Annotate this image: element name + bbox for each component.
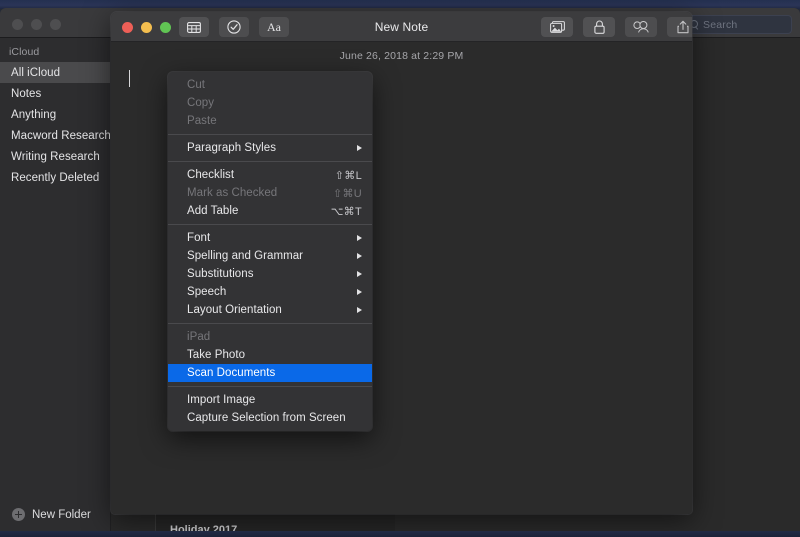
new-folder-label: New Folder xyxy=(32,508,91,521)
sidebar-item-label: Recently Deleted xyxy=(11,171,100,184)
menu-item-take-photo[interactable]: Take Photo xyxy=(168,346,372,364)
plus-circle-icon xyxy=(12,508,25,521)
menu-item-ipad: iPad xyxy=(168,328,372,346)
menu-item-label: Import Image xyxy=(187,394,256,406)
menu-item-paste[interactable]: Paste xyxy=(168,112,372,130)
menu-item-label: Layout Orientation xyxy=(187,304,282,316)
menu-item-layout-orientation[interactable]: Layout Orientation xyxy=(168,301,372,319)
menu-item-paragraph-styles[interactable]: Paragraph Styles xyxy=(168,139,372,157)
sidebar-item-all-icloud[interactable]: All iCloud xyxy=(0,62,110,83)
menu-item-checklist[interactable]: Checklist ⇧⌘L xyxy=(168,166,372,184)
menu-separator xyxy=(168,224,372,225)
new-folder-button[interactable]: New Folder xyxy=(12,508,91,521)
zoom-button[interactable] xyxy=(160,22,171,33)
add-person-icon xyxy=(632,21,649,33)
menu-separator xyxy=(168,161,372,162)
menu-item-speech[interactable]: Speech xyxy=(168,283,372,301)
menu-item-label: Paste xyxy=(187,115,217,127)
lock-icon xyxy=(593,20,605,34)
menu-separator xyxy=(168,134,372,135)
table-icon xyxy=(187,21,201,33)
menu-item-mark-as-checked[interactable]: Mark as Checked ⇧⌘U xyxy=(168,184,372,202)
sidebar-item-label: Writing Research xyxy=(11,150,100,163)
sidebar-item-macword-research[interactable]: Macword Research xyxy=(0,125,110,146)
note-date-label: June 26, 2018 at 2:29 PM xyxy=(339,50,464,62)
menu-item-substitutions[interactable]: Substitutions xyxy=(168,265,372,283)
lock-button[interactable] xyxy=(583,17,615,37)
sidebar-item-anything[interactable]: Anything xyxy=(0,104,110,125)
sidebar-item-label: Anything xyxy=(11,108,57,121)
share-button[interactable] xyxy=(667,17,692,37)
menu-item-font[interactable]: Font xyxy=(168,229,372,247)
submenu-arrow-icon xyxy=(357,271,362,277)
search-input[interactable]: Search xyxy=(684,15,792,34)
menu-separator xyxy=(168,386,372,387)
sidebar-item-recently-deleted[interactable]: Recently Deleted xyxy=(0,167,110,188)
menu-item-spelling-and-grammar[interactable]: Spelling and Grammar xyxy=(168,247,372,265)
table-button[interactable] xyxy=(179,17,209,37)
submenu-arrow-icon xyxy=(357,307,362,313)
context-menu[interactable]: Cut Copy Paste Paragraph Styles Checklis… xyxy=(168,72,372,431)
submenu-arrow-icon xyxy=(357,253,362,259)
checklist-button[interactable] xyxy=(219,17,249,37)
text-cursor xyxy=(129,70,131,87)
format-icon: Aa xyxy=(267,19,281,34)
close-button[interactable] xyxy=(122,22,133,33)
sidebar-item-label: Notes xyxy=(11,87,42,100)
submenu-arrow-icon xyxy=(357,289,362,295)
checkmark-circle-icon xyxy=(227,20,241,34)
menu-item-label: Take Photo xyxy=(187,349,246,361)
sidebar: iCloud All iCloud Notes Anything Macword… xyxy=(0,38,111,532)
menu-item-label: iPad xyxy=(187,331,211,343)
search-placeholder-text: Search xyxy=(703,18,738,31)
sidebar-section-header: iCloud xyxy=(9,46,40,58)
menu-item-label: Font xyxy=(187,232,211,244)
sidebar-item-writing-research[interactable]: Writing Research xyxy=(0,146,110,167)
menu-item-shortcut: ⌥⌘T xyxy=(330,205,362,218)
menu-item-label: Checklist xyxy=(187,169,235,181)
submenu-arrow-icon xyxy=(357,145,362,151)
photo-icon xyxy=(549,21,565,33)
note-window-titlebar[interactable]: Aa New Note xyxy=(111,12,692,42)
menu-item-label: Add Table xyxy=(187,205,239,217)
desktop-wallpaper-bottom xyxy=(0,531,800,537)
menu-item-add-table[interactable]: Add Table ⌥⌘T xyxy=(168,202,372,220)
close-button-inactive[interactable] xyxy=(12,19,23,30)
media-button[interactable] xyxy=(541,17,573,37)
menu-item-cut[interactable]: Cut xyxy=(168,76,372,94)
menu-item-label: Substitutions xyxy=(187,268,254,280)
menu-item-label: Mark as Checked xyxy=(187,187,278,199)
menu-item-scan-documents[interactable]: Scan Documents xyxy=(168,364,372,382)
share-icon xyxy=(677,20,689,34)
menu-item-import-image[interactable]: Import Image xyxy=(168,391,372,409)
sidebar-item-label: Macword Research xyxy=(11,129,110,142)
menu-item-capture-selection-from-screen[interactable]: Capture Selection from Screen xyxy=(168,409,372,427)
menu-item-label: Speech xyxy=(187,286,227,298)
minimize-button-inactive[interactable] xyxy=(31,19,42,30)
format-button[interactable]: Aa xyxy=(259,17,289,37)
add-people-button[interactable] xyxy=(625,17,657,37)
menu-item-label: Spelling and Grammar xyxy=(187,250,304,262)
menu-item-label: Cut xyxy=(187,79,206,91)
sidebar-item-label: All iCloud xyxy=(11,66,61,79)
menu-item-label: Copy xyxy=(187,97,215,109)
menu-separator xyxy=(168,323,372,324)
menu-item-label: Paragraph Styles xyxy=(187,142,277,154)
menu-item-shortcut: ⇧⌘U xyxy=(332,187,362,200)
background-traffic-lights xyxy=(12,19,61,30)
desktop-screen: Search iCloud All iCloud Notes Anything … xyxy=(0,0,800,537)
minimize-button[interactable] xyxy=(141,22,152,33)
zoom-button-inactive[interactable] xyxy=(50,19,61,30)
menu-item-copy[interactable]: Copy xyxy=(168,94,372,112)
traffic-lights xyxy=(122,22,171,33)
menu-item-shortcut: ⇧⌘L xyxy=(334,169,362,182)
menu-item-label: Scan Documents xyxy=(187,367,276,379)
menu-item-label: Capture Selection from Screen xyxy=(187,412,346,424)
sidebar-item-notes[interactable]: Notes xyxy=(0,83,110,104)
submenu-arrow-icon xyxy=(357,235,362,241)
